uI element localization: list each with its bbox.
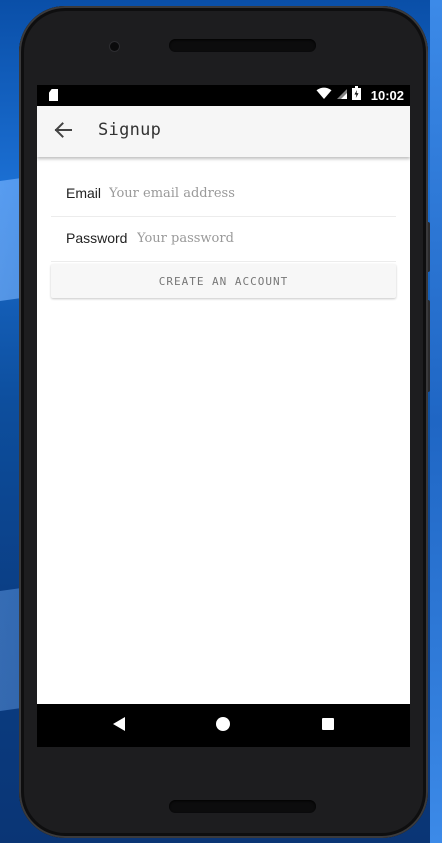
wifi-icon [316, 87, 332, 105]
device-screen: 10:02 Signup Email Password CREATE AN AC… [37, 85, 410, 747]
email-input[interactable] [109, 180, 389, 206]
password-label: Password [66, 230, 128, 246]
nav-back-icon [112, 716, 126, 737]
front-camera [110, 42, 119, 51]
arrow-back-icon [54, 121, 72, 143]
nav-home-button[interactable] [210, 713, 236, 739]
create-account-label: CREATE AN ACCOUNT [158, 274, 289, 288]
back-button[interactable] [49, 118, 77, 146]
status-icons: 10:02 [316, 85, 404, 106]
nav-back-button[interactable] [106, 713, 132, 739]
email-row: Email [51, 172, 396, 217]
wallpaper-edge [430, 0, 442, 843]
status-bar: 10:02 [37, 85, 410, 106]
status-time: 10:02 [370, 88, 404, 103]
navigation-bar [37, 704, 410, 747]
email-label: Email [66, 185, 102, 201]
sd-card-icon [49, 89, 58, 101]
password-input[interactable] [137, 225, 387, 251]
earpiece-speaker [169, 39, 316, 52]
create-account-button[interactable]: CREATE AN ACCOUNT [51, 264, 396, 298]
password-row: Password [51, 217, 396, 262]
page-title: Signup [98, 120, 162, 140]
bottom-speaker [169, 800, 316, 813]
nav-home-icon [215, 716, 231, 737]
nav-recent-apps-button[interactable] [315, 713, 341, 739]
nav-recent-apps-icon [321, 717, 335, 736]
cell-signal-icon [336, 87, 348, 105]
battery-icon [351, 86, 361, 105]
signup-form: Email Password CREATE AN ACCOUNT [51, 172, 396, 298]
app-bar: Signup [37, 106, 410, 157]
